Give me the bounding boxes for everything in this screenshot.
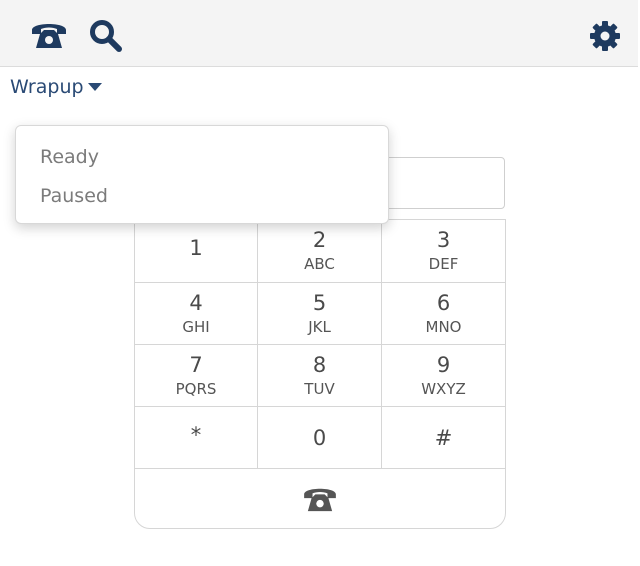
key-digit: 1 — [189, 236, 203, 260]
key-digit: 4 — [189, 290, 203, 315]
dial-key-9[interactable]: 9 WXYZ — [382, 345, 505, 407]
key-digit: 5 — [312, 290, 327, 315]
phone-icon[interactable] — [30, 20, 68, 50]
status-option-paused[interactable]: Paused — [40, 185, 108, 207]
dial-pad: 1 2 ABC 3 DEF 4 GHI 5 JKL 6 MNO 7 PQRS 8… — [134, 219, 506, 529]
key-letters: GHI — [182, 317, 210, 336]
dial-key-8[interactable]: 8 TUV — [258, 345, 382, 407]
key-digit: 0 — [312, 425, 327, 450]
phone-icon — [304, 488, 336, 512]
status-dropdown-menu: Ready Paused — [15, 125, 389, 224]
status-option-ready[interactable]: Ready — [40, 146, 99, 168]
status-label[interactable]: Wrapup — [10, 76, 84, 98]
key-digit: 2 — [312, 228, 327, 252]
key-letters: JKL — [308, 317, 331, 336]
call-button[interactable] — [135, 469, 505, 528]
dial-key-3[interactable]: 3 DEF — [382, 220, 505, 283]
dial-key-hash[interactable]: # — [382, 407, 505, 469]
dial-key-star[interactable]: * — [135, 407, 258, 469]
key-digit: 8 — [312, 352, 327, 377]
key-letters: TUV — [304, 379, 335, 398]
dial-key-5[interactable]: 5 JKL — [258, 283, 382, 345]
key-digit: 6 — [436, 290, 451, 315]
gear-icon[interactable] — [589, 20, 621, 52]
dial-key-2[interactable]: 2 ABC — [258, 220, 382, 283]
dial-key-1[interactable]: 1 — [135, 220, 258, 283]
caret-down-icon[interactable] — [87, 82, 102, 92]
top-toolbar — [0, 0, 638, 67]
dial-key-6[interactable]: 6 MNO — [382, 283, 505, 345]
dial-key-7[interactable]: 7 PQRS — [135, 345, 258, 407]
key-digit: 3 — [436, 228, 451, 252]
dial-key-4[interactable]: 4 GHI — [135, 283, 258, 345]
key-letters: WXYZ — [421, 379, 466, 398]
key-letters: PQRS — [175, 379, 217, 398]
dial-key-0[interactable]: 0 — [258, 407, 382, 469]
key-digit: # — [434, 425, 453, 450]
key-letters: ABC — [304, 255, 335, 273]
search-icon[interactable] — [88, 18, 124, 54]
key-letters: DEF — [428, 255, 459, 273]
status-selector[interactable]: Wrapup — [10, 76, 102, 98]
key-letters: MNO — [425, 317, 462, 336]
key-digit: * — [190, 422, 202, 447]
key-digit: 9 — [436, 352, 451, 377]
key-digit: 7 — [189, 352, 203, 377]
